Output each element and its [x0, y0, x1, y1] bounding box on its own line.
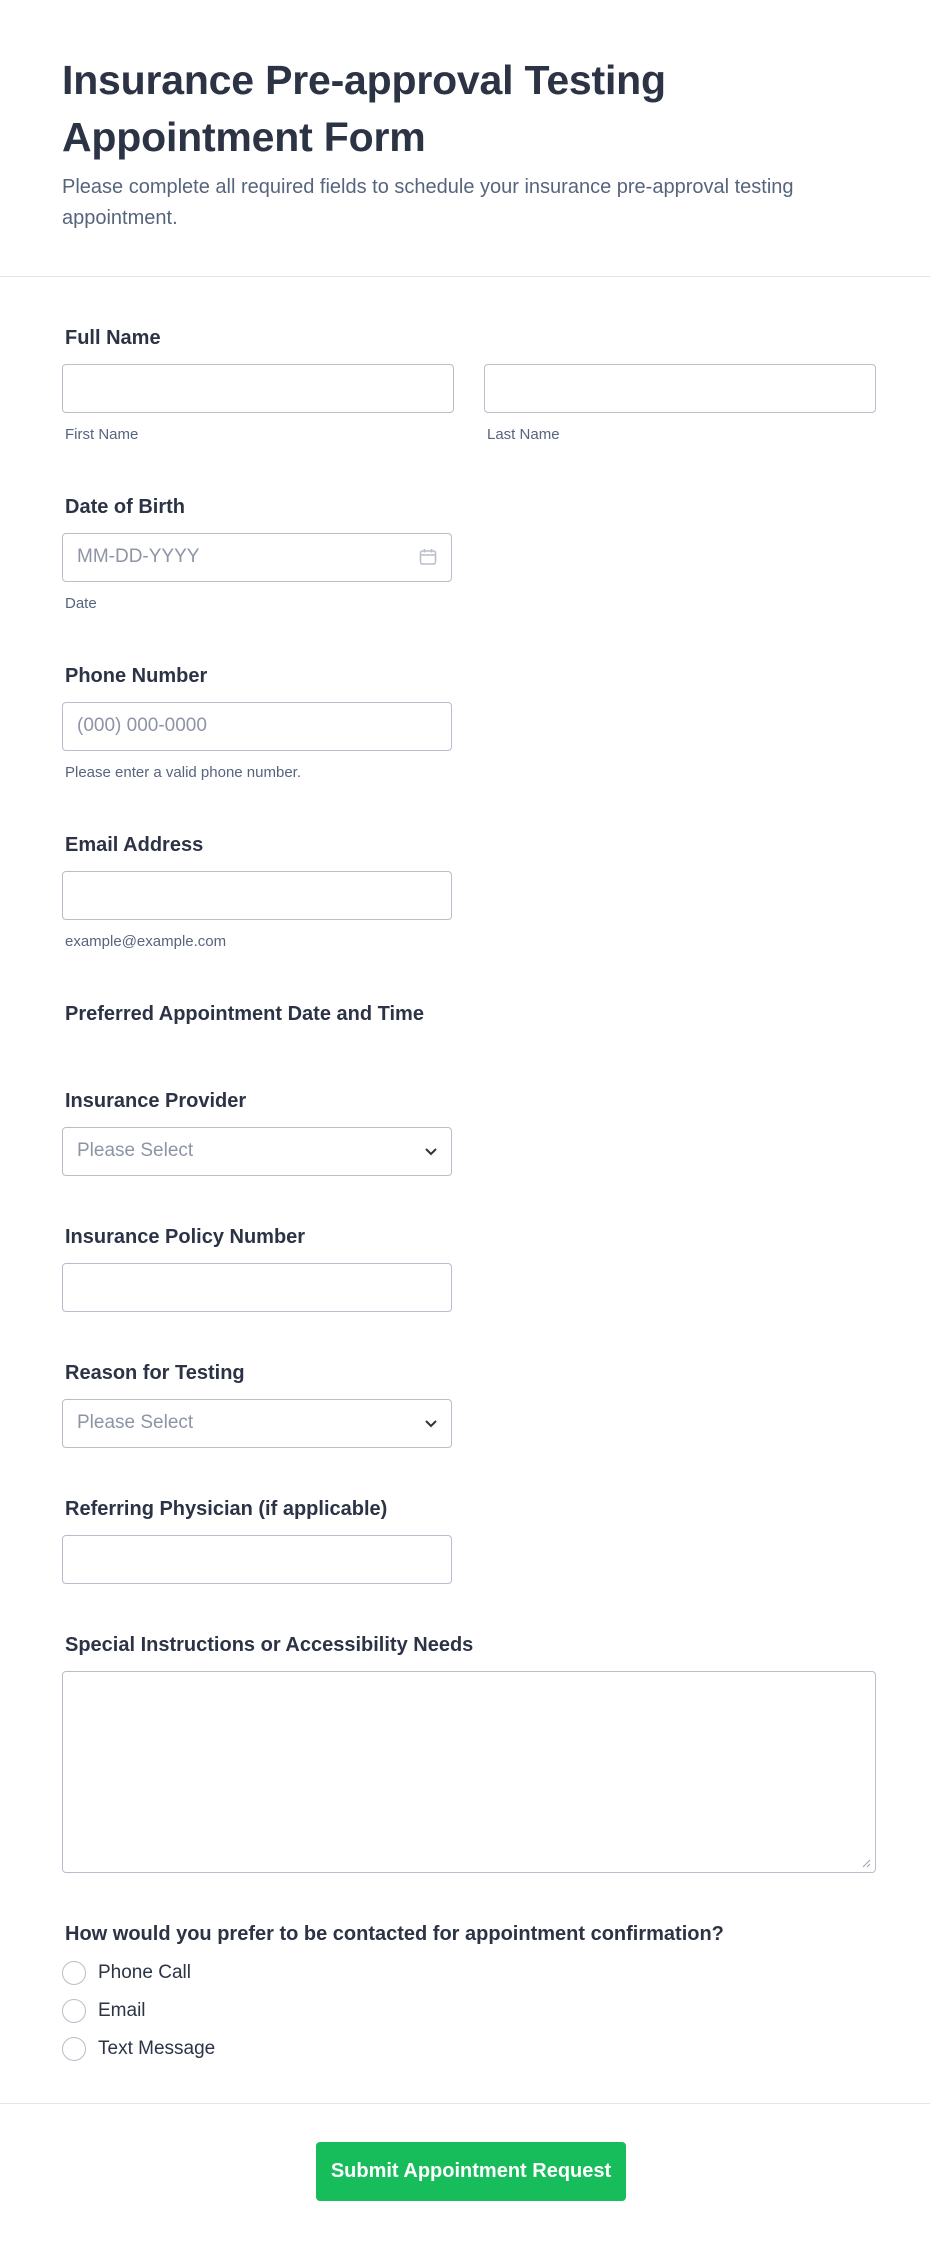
phone-field: Phone Number (000) 000-0000 Please enter… [62, 664, 452, 781]
form-footer: Submit Appointment Request [0, 2103, 930, 2251]
email-label: Email Address [65, 834, 204, 856]
insurance-provider-field: Insurance Provider Please Select [62, 1089, 452, 1176]
full-name-label: Full Name [65, 327, 161, 349]
dob-label: Date of Birth [65, 496, 185, 518]
contact-label: How would you prefer to be contacted for… [65, 1923, 724, 1945]
dob-sublabel: Date [65, 595, 97, 612]
contact-option-email[interactable]: Email [62, 1992, 876, 2030]
radio-button[interactable] [62, 2037, 86, 2061]
instructions-label: Special Instructions or Accessibility Ne… [65, 1634, 474, 1656]
dob-input[interactable]: MM-DD-YYYY [62, 533, 452, 582]
email-field: Email Address example@example.com [62, 833, 452, 950]
physician-field: Referring Physician (if applicable) [62, 1497, 452, 1584]
last-name-input[interactable] [484, 364, 876, 413]
physician-input[interactable] [62, 1535, 452, 1584]
phone-label: Phone Number [65, 665, 208, 687]
insurance-provider-select[interactable]: Please Select [62, 1127, 452, 1176]
dob-placeholder: MM-DD-YYYY [77, 546, 200, 567]
physician-label: Referring Physician (if applicable) [65, 1498, 388, 1520]
reason-selected: Please Select [77, 1412, 194, 1433]
form-title: Insurance Pre-approval Testing Appointme… [62, 57, 666, 160]
policy-number-input[interactable] [62, 1263, 452, 1312]
reason-field: Reason for Testing Please Select [62, 1361, 452, 1448]
phone-placeholder: (000) 000-0000 [77, 715, 207, 736]
instructions-textarea[interactable] [62, 1671, 876, 1873]
full-name-field: Full Name First Name Last Name [62, 326, 876, 443]
form-header: Insurance Pre-approval Testing Appointme… [0, 0, 930, 277]
contact-option-phone[interactable]: Phone Call [62, 1954, 876, 1992]
chevron-down-icon [425, 1148, 437, 1156]
phone-sublabel: Please enter a valid phone number. [65, 764, 301, 781]
calendar-icon[interactable] [419, 548, 437, 566]
policy-number-field: Insurance Policy Number [62, 1225, 452, 1312]
reason-select[interactable]: Please Select [62, 1399, 452, 1448]
contact-option-text[interactable]: Text Message [62, 2030, 876, 2068]
insurance-provider-label: Insurance Provider [65, 1090, 247, 1112]
phone-input[interactable]: (000) 000-0000 [62, 702, 452, 751]
contact-option-label: Text Message [98, 2038, 216, 2059]
policy-number-label: Insurance Policy Number [65, 1226, 306, 1248]
radio-button[interactable] [62, 1999, 86, 2023]
first-name-sublabel: First Name [65, 426, 139, 443]
email-sublabel: example@example.com [65, 933, 227, 950]
contact-option-label: Phone Call [98, 1962, 191, 1983]
chevron-down-icon [425, 1420, 437, 1428]
first-name-input[interactable] [62, 364, 454, 413]
instructions-field: Special Instructions or Accessibility Ne… [62, 1633, 876, 1873]
last-name-sublabel: Last Name [487, 426, 560, 443]
insurance-provider-selected: Please Select [77, 1140, 194, 1161]
reason-label: Reason for Testing [65, 1362, 245, 1384]
radio-button[interactable] [62, 1961, 86, 1985]
form-subtitle: Please complete all required fields to s… [62, 176, 794, 229]
contact-option-label: Email [98, 2000, 146, 2021]
submit-button[interactable]: Submit Appointment Request [316, 2142, 626, 2201]
appointment-field: Preferred Appointment Date and Time [62, 1002, 662, 1026]
dob-field: Date of Birth MM-DD-YYYY Date [62, 495, 452, 612]
appointment-label: Preferred Appointment Date and Time [65, 1003, 424, 1025]
email-input[interactable] [62, 871, 452, 920]
contact-field: How would you prefer to be contacted for… [62, 1922, 876, 2068]
resize-handle-icon[interactable] [861, 1858, 871, 1868]
